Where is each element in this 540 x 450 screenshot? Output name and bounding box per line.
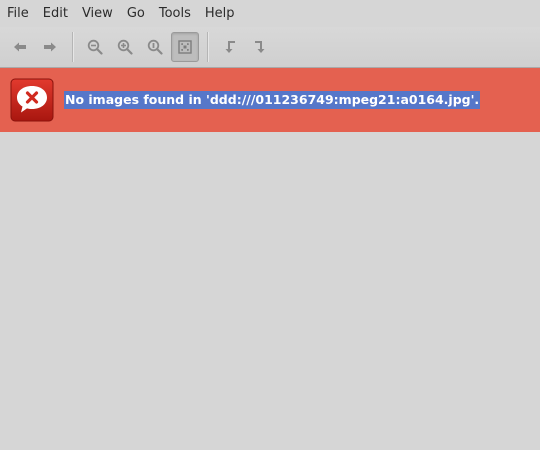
menu-view[interactable]: View	[75, 0, 120, 27]
error-message: No images found in 'ddd:///011236749:mpe…	[64, 91, 481, 109]
arrow-right-icon	[44, 42, 56, 52]
toolbar	[0, 27, 540, 68]
error-speech-bubble-icon	[10, 78, 54, 122]
rotate-right-icon	[255, 41, 265, 53]
menu-edit[interactable]: Edit	[36, 0, 75, 27]
menu-bar: File Edit View Go Tools Help	[0, 0, 540, 27]
rotate-right-button[interactable]	[246, 32, 274, 62]
zoom-fit-icon	[178, 40, 192, 54]
zoom-normal-button[interactable]	[141, 32, 169, 62]
toolbar-separator	[72, 32, 73, 62]
rotate-left-button[interactable]	[216, 32, 244, 62]
image-canvas[interactable]	[0, 132, 540, 449]
zoom-in-button[interactable]	[111, 32, 139, 62]
menu-file[interactable]: File	[0, 0, 36, 27]
image-viewer-window: File Edit View Go Tools Help No images f…	[0, 0, 540, 450]
error-infobar: No images found in 'ddd:///011236749:mpe…	[0, 68, 540, 132]
toolbar-separator	[207, 32, 208, 62]
menu-go[interactable]: Go	[120, 0, 152, 27]
menu-tools[interactable]: Tools	[152, 0, 198, 27]
back-button[interactable]	[6, 32, 34, 62]
rotate-left-icon	[225, 41, 235, 53]
arrow-left-icon	[14, 42, 26, 52]
forward-button[interactable]	[36, 32, 64, 62]
zoom-out-icon	[87, 39, 103, 55]
zoom-fit-button[interactable]	[171, 32, 199, 62]
zoom-out-button[interactable]	[81, 32, 109, 62]
zoom-original-icon	[147, 39, 163, 55]
menu-help[interactable]: Help	[198, 0, 242, 27]
zoom-in-icon	[117, 39, 133, 55]
